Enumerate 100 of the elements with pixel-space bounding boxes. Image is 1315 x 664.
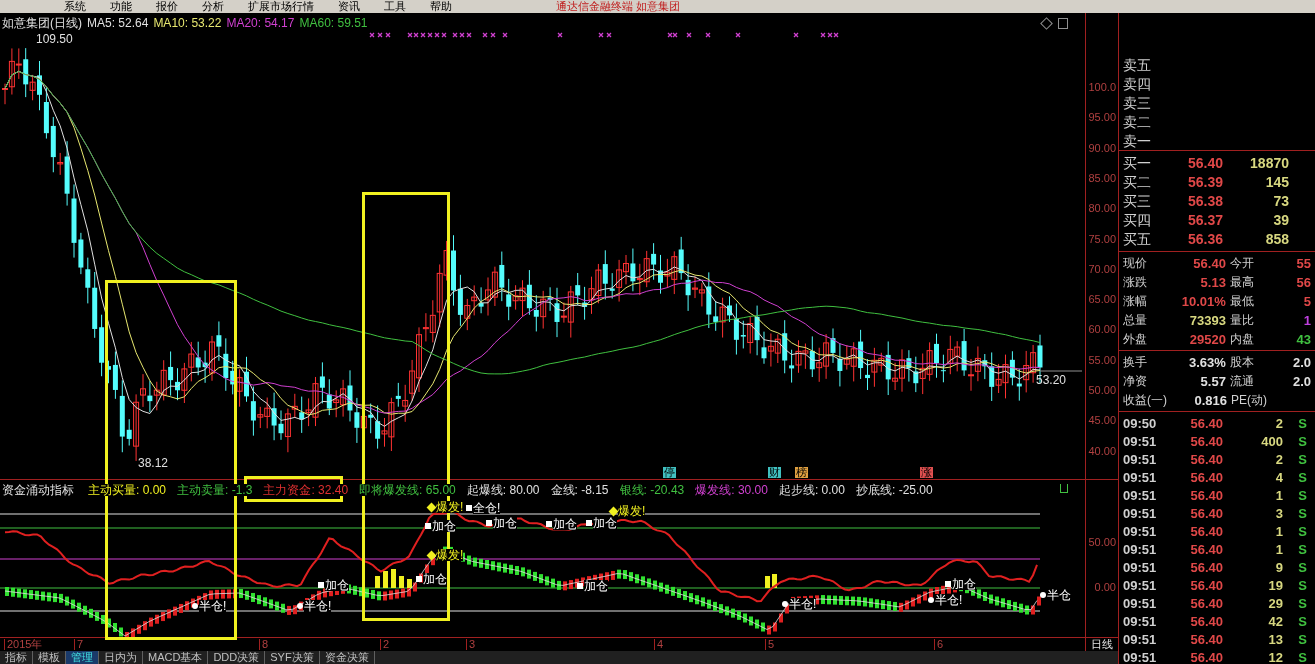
stat-label: 最低 bbox=[1229, 295, 1255, 307]
tick-volume: 1 bbox=[1274, 524, 1283, 538]
signal-label: 加仓 bbox=[553, 518, 577, 530]
legend-label: 主力资金: 32.40 bbox=[262, 484, 350, 496]
axis-label: 45.00 bbox=[1088, 415, 1116, 427]
menu-item[interactable]: 帮助 bbox=[430, 1, 452, 12]
tick-side: S bbox=[1297, 452, 1307, 466]
stat-value: 55 bbox=[1295, 256, 1311, 270]
bid-label: 买五 bbox=[1123, 232, 1152, 246]
stat-value: 1 bbox=[1302, 313, 1311, 327]
tick-side: S bbox=[1297, 434, 1307, 448]
tick-time: 09:51 bbox=[1123, 542, 1158, 556]
bid-price: 56.40 bbox=[1186, 156, 1223, 170]
price-annotation: 53.20 bbox=[1036, 374, 1067, 386]
menu-item[interactable]: 报价 bbox=[156, 1, 178, 12]
legend-label: 抄底线: -25.00 bbox=[854, 484, 934, 496]
stat-value: 29520 bbox=[1188, 332, 1226, 346]
signal-label: 半仓 bbox=[1047, 589, 1071, 601]
axis-label: 100.0 bbox=[1088, 82, 1116, 93]
legend-label: 即将爆发线: 65.00 bbox=[358, 484, 457, 496]
axis-label: 55.00 bbox=[1088, 354, 1116, 366]
tick-side: S bbox=[1297, 578, 1307, 592]
tick-volume: 19 bbox=[1267, 578, 1283, 592]
indicator-tab[interactable]: 指标 bbox=[0, 651, 33, 664]
tick-price: 56.40 bbox=[1189, 632, 1223, 646]
stat-value: 56.40 bbox=[1192, 256, 1226, 270]
indicator-tab[interactable]: SYF决策 bbox=[265, 651, 320, 664]
legend-label: 起步线: 0.00 bbox=[777, 484, 846, 496]
bid-label: 买一 bbox=[1123, 156, 1152, 170]
ask-label: 卖四 bbox=[1123, 76, 1151, 92]
tick-price: 56.40 bbox=[1189, 524, 1223, 538]
stat-value: 10.01% bbox=[1180, 294, 1226, 308]
tick-price: 56.40 bbox=[1189, 596, 1223, 610]
tick-time: 09:51 bbox=[1123, 488, 1158, 502]
tick-time: 09:51 bbox=[1123, 596, 1158, 610]
legend-label: 银线: -20.43 bbox=[618, 484, 686, 496]
tick-volume: 400 bbox=[1260, 434, 1283, 448]
bid-label: 买三 bbox=[1123, 194, 1152, 208]
menu-item[interactable]: 工具 bbox=[384, 1, 406, 12]
tick-price: 56.40 bbox=[1189, 650, 1223, 664]
indicator-tab[interactable]: 资金决策 bbox=[319, 651, 375, 664]
stat-label: 涨幅 bbox=[1123, 295, 1148, 307]
stat-label: 外盘 bbox=[1123, 333, 1148, 345]
bid-price: 56.38 bbox=[1186, 194, 1223, 208]
menu-item[interactable]: 功能 bbox=[110, 1, 132, 12]
signal-label: 半仓! bbox=[304, 600, 332, 612]
bid-volume: 73 bbox=[1272, 194, 1289, 208]
bid-label: 买二 bbox=[1123, 175, 1152, 189]
tick-time: 09:51 bbox=[1123, 632, 1158, 646]
tick-price: 56.40 bbox=[1189, 542, 1223, 556]
axis-label: 95.00 bbox=[1088, 112, 1116, 124]
period-label: 日线 bbox=[1091, 639, 1113, 650]
indicator-tab[interactable]: DDD决策 bbox=[208, 651, 266, 664]
legend-label: 爆发线: 30.00 bbox=[694, 484, 769, 496]
bid-volume: 18870 bbox=[1249, 156, 1289, 170]
signal-label: 加仓 bbox=[952, 578, 976, 590]
date-label: 5 bbox=[765, 639, 775, 650]
square-icon bbox=[586, 520, 592, 526]
stat-value: 5 bbox=[1302, 294, 1311, 308]
stat-value: 73393 bbox=[1188, 313, 1226, 327]
axis-label: 70.00 bbox=[1088, 263, 1116, 275]
stat-value: 0.816 bbox=[1193, 393, 1227, 407]
stat-label: 最高 bbox=[1229, 276, 1255, 288]
tick-time: 09:51 bbox=[1123, 614, 1158, 628]
axis-label: 50.00 bbox=[1088, 537, 1116, 548]
tick-volume: 2 bbox=[1274, 452, 1283, 466]
stat-value: 2.0 bbox=[1291, 374, 1311, 388]
tick-price: 56.40 bbox=[1189, 560, 1223, 574]
tick-side: S bbox=[1297, 650, 1307, 664]
stat-label: 流通 bbox=[1229, 375, 1255, 387]
event-marker: 停 bbox=[663, 467, 676, 478]
stat-label: 现价 bbox=[1123, 257, 1148, 269]
menu-item[interactable]: 分析 bbox=[202, 1, 224, 12]
tick-volume: 29 bbox=[1267, 596, 1283, 610]
tick-volume: 12 bbox=[1267, 650, 1283, 664]
date-label: 6 bbox=[934, 639, 944, 650]
tick-price: 56.40 bbox=[1189, 488, 1223, 502]
indicator-tab[interactable]: MACD基本 bbox=[143, 651, 209, 664]
menu-item[interactable]: 资讯 bbox=[338, 1, 360, 12]
indicator-tab[interactable]: 日内为 bbox=[99, 651, 143, 664]
square-icon bbox=[577, 583, 583, 589]
stat-label: 量比 bbox=[1229, 314, 1255, 326]
signal-label: 加仓 bbox=[432, 520, 456, 532]
event-marker: 财 bbox=[768, 467, 781, 478]
tick-side: S bbox=[1297, 542, 1307, 556]
menu-item[interactable]: 扩展市场行情 bbox=[248, 1, 314, 12]
tick-price: 56.40 bbox=[1189, 470, 1223, 484]
date-label: 7 bbox=[74, 639, 84, 650]
date-label: 2015年 bbox=[4, 639, 43, 650]
window-icon[interactable] bbox=[1058, 18, 1068, 29]
square-icon bbox=[945, 581, 951, 587]
indicator-tab[interactable]: 管理 bbox=[66, 651, 99, 664]
tick-volume: 42 bbox=[1267, 614, 1283, 628]
panel-icon[interactable] bbox=[1060, 484, 1068, 493]
signal-label: 加仓 bbox=[584, 580, 608, 592]
menu-item[interactable]: 系统 bbox=[64, 1, 86, 12]
signal-label: 全仓! bbox=[473, 502, 501, 514]
tick-side: S bbox=[1297, 470, 1307, 484]
tick-side: S bbox=[1297, 524, 1307, 538]
legend-label: 如意集团(日线) bbox=[2, 17, 82, 29]
